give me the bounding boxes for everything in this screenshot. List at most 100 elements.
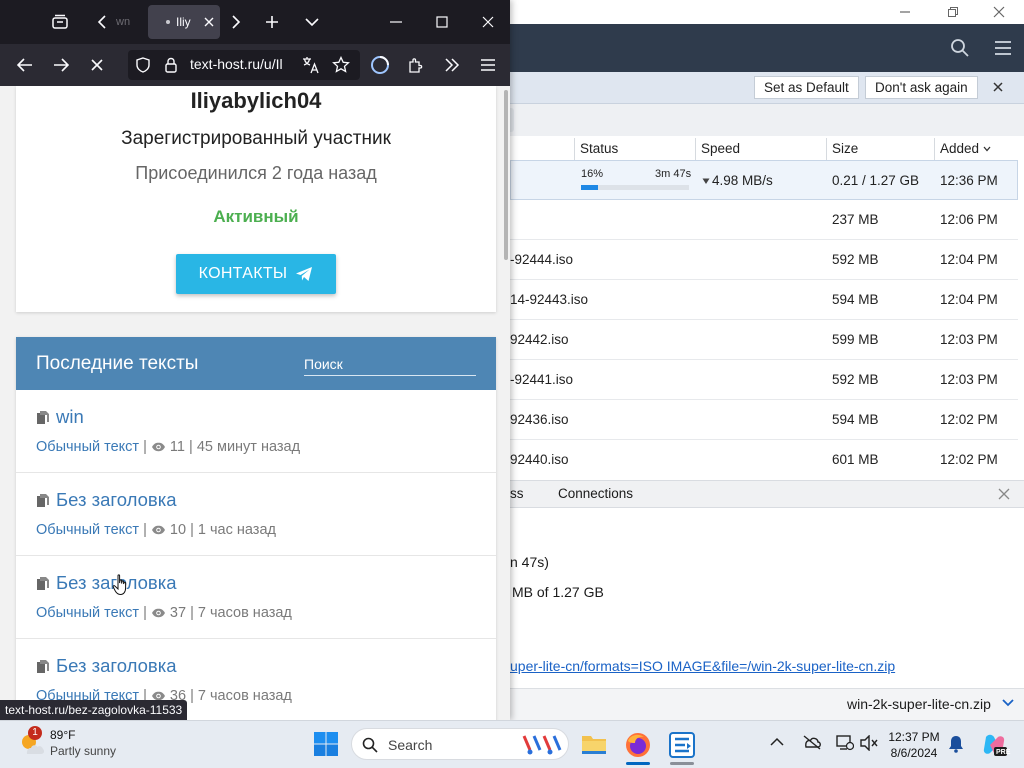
text-item-type[interactable]: Обычный текст xyxy=(36,522,139,538)
page-scrollbar-thumb[interactable] xyxy=(504,90,508,260)
dm-search-button[interactable] xyxy=(950,38,970,58)
dm-menu-button[interactable] xyxy=(994,40,1012,56)
browser-maximize-button[interactable] xyxy=(432,12,452,32)
browser-minimize-button[interactable] xyxy=(386,12,406,32)
address-bar[interactable]: text-host.ru/u/Il xyxy=(128,50,360,80)
tab-active[interactable]: Iliy xyxy=(148,5,220,39)
contacts-button[interactable]: КОНТАКТЫ xyxy=(176,254,336,294)
text-item-title[interactable]: Без заголовка xyxy=(36,571,177,595)
download-name: 14-92443.iso xyxy=(510,292,589,307)
tray-onedrive-offline[interactable] xyxy=(802,734,822,750)
dm-minimize-button[interactable] xyxy=(882,0,928,24)
column-header-status[interactable]: Status xyxy=(580,138,618,160)
download-row[interactable]: 92436.iso 594 MB 12:02 PM xyxy=(510,400,1018,440)
maximize-icon xyxy=(436,16,448,28)
taskbar-search[interactable]: Search xyxy=(351,728,569,760)
copilot-button[interactable]: PRE xyxy=(980,731,1010,759)
extensions-button[interactable] xyxy=(404,53,428,77)
forward-button[interactable] xyxy=(50,54,72,76)
column-header-added[interactable]: Added xyxy=(940,138,991,160)
hand-pointer-icon xyxy=(112,574,127,596)
details-source-link[interactable]: uper-lite-cn/formats=ISO IMAGE&file=/win… xyxy=(510,658,895,674)
new-tab-button[interactable] xyxy=(262,12,282,32)
tracking-protection-button[interactable] xyxy=(136,57,150,73)
mouse-cursor xyxy=(112,574,130,596)
text-item-title[interactable]: Без заголовка xyxy=(36,488,177,512)
tab-loading-dot xyxy=(166,20,170,24)
text-item-title[interactable]: Без заголовка xyxy=(36,654,177,678)
details-tabs: ss Connections xyxy=(510,480,1024,508)
list-all-tabs-button[interactable] xyxy=(302,12,322,32)
latest-texts-panel: Последние тексты Поиск win Обычный текст… xyxy=(16,337,496,720)
texts-search-input[interactable]: Поиск xyxy=(304,354,476,376)
show-hidden-icons-button[interactable] xyxy=(770,737,784,747)
back-button[interactable] xyxy=(14,54,36,76)
close-icon[interactable] xyxy=(204,17,214,27)
text-list-item[interactable]: Без заголовка Обычный текст | 10 | 1 час… xyxy=(16,473,496,556)
dont-ask-again-button[interactable]: Don't ask again xyxy=(865,76,978,99)
tray-volume[interactable] xyxy=(860,735,878,751)
text-item-meta: Обычный текст | 37 | 7 часов назад xyxy=(36,605,292,621)
download-row[interactable]: -92441.iso 592 MB 12:03 PM xyxy=(510,360,1018,400)
download-size: 594 MB xyxy=(832,412,879,427)
clock-date[interactable]: 8/6/2024 xyxy=(884,746,944,760)
paper-plane-icon xyxy=(296,267,313,281)
dm-footer: win-2k-super-lite-cn.zip xyxy=(510,688,1024,720)
site-info-button[interactable] xyxy=(164,57,178,73)
download-row[interactable]: 14-92443.iso 594 MB 12:04 PM xyxy=(510,280,1018,320)
download-row[interactable]: 92442.iso 599 MB 12:03 PM xyxy=(510,320,1018,360)
start-button[interactable] xyxy=(313,731,339,757)
taskbar-file-explorer[interactable] xyxy=(580,731,608,757)
download-row[interactable]: 237 MB 12:06 PM xyxy=(510,200,1018,240)
download-row[interactable]: -92444.iso 592 MB 12:04 PM xyxy=(510,240,1018,280)
text-item-title[interactable]: win xyxy=(36,405,84,429)
hamburger-menu-icon xyxy=(995,41,1011,55)
search-icon-wrap xyxy=(362,737,378,753)
notifications-button[interactable] xyxy=(948,735,964,753)
text-item-type[interactable]: Обычный текст xyxy=(36,605,139,621)
url-text[interactable]: text-host.ru/u/Il xyxy=(190,56,294,74)
download-size: 599 MB xyxy=(832,332,879,347)
banner-close-button[interactable] xyxy=(992,81,1004,93)
tab-scroll-right-button[interactable] xyxy=(226,12,246,32)
dm-restore-button[interactable] xyxy=(930,0,976,24)
details-close-button[interactable] xyxy=(998,488,1010,500)
text-item-title-label: Без заголовка xyxy=(56,655,177,676)
text-list-item[interactable]: win Обычный текст | 11 | 45 минут назад xyxy=(16,390,496,473)
progress-bar xyxy=(581,185,689,190)
details-tab-connections[interactable]: Connections xyxy=(558,481,633,507)
clock-time[interactable]: 12:37 PM xyxy=(884,730,944,744)
set-as-default-button[interactable]: Set as Default xyxy=(754,76,859,99)
firefox-view-button[interactable] xyxy=(48,12,72,32)
text-item-type[interactable]: Обычный текст xyxy=(36,439,139,455)
browser-close-button[interactable] xyxy=(478,12,498,32)
dm-close-button[interactable] xyxy=(976,0,1022,24)
text-item-title-label: win xyxy=(56,406,84,427)
close-icon xyxy=(91,59,103,71)
overflow-toolbar-button[interactable] xyxy=(440,53,464,77)
details-tab-partial[interactable]: ss xyxy=(510,481,524,507)
document-icon xyxy=(37,576,49,590)
taskbar-download-manager[interactable] xyxy=(668,731,696,759)
footer-filename[interactable]: win-2k-super-lite-cn.zip xyxy=(847,696,991,712)
app-menu-button[interactable] xyxy=(476,53,500,77)
bookmark-star-button[interactable] xyxy=(332,56,350,74)
chevron-up-icon xyxy=(770,737,784,746)
column-header-size[interactable]: Size xyxy=(832,138,858,160)
tab-previous[interactable]: wn xyxy=(116,13,140,31)
stop-loading-button[interactable] xyxy=(86,54,108,76)
download-size: 0.21 / 1.27 GB xyxy=(832,173,920,188)
weather-widget[interactable]: 1 89°F Partly sunny xyxy=(16,726,146,764)
footer-expand-button[interactable] xyxy=(1002,699,1014,707)
extension-ring-icon xyxy=(371,56,389,74)
translate-button[interactable] xyxy=(302,56,320,74)
extension-button[interactable] xyxy=(368,53,392,77)
text-list-item[interactable]: Без заголовка Обычный текст | 37 | 7 час… xyxy=(16,556,496,639)
download-row-active[interactable]: 16% 3m 47s 4.98 MB/s 0.21 / 1.27 GB 12:3… xyxy=(510,160,1018,200)
profile-status: Активный xyxy=(213,207,299,226)
column-header-speed[interactable]: Speed xyxy=(701,138,740,160)
download-row[interactable]: 92440.iso 601 MB 12:02 PM xyxy=(510,440,1018,480)
taskbar-firefox[interactable] xyxy=(624,731,652,759)
tray-network[interactable] xyxy=(836,735,854,751)
tab-scroll-left-button[interactable] xyxy=(92,12,112,32)
